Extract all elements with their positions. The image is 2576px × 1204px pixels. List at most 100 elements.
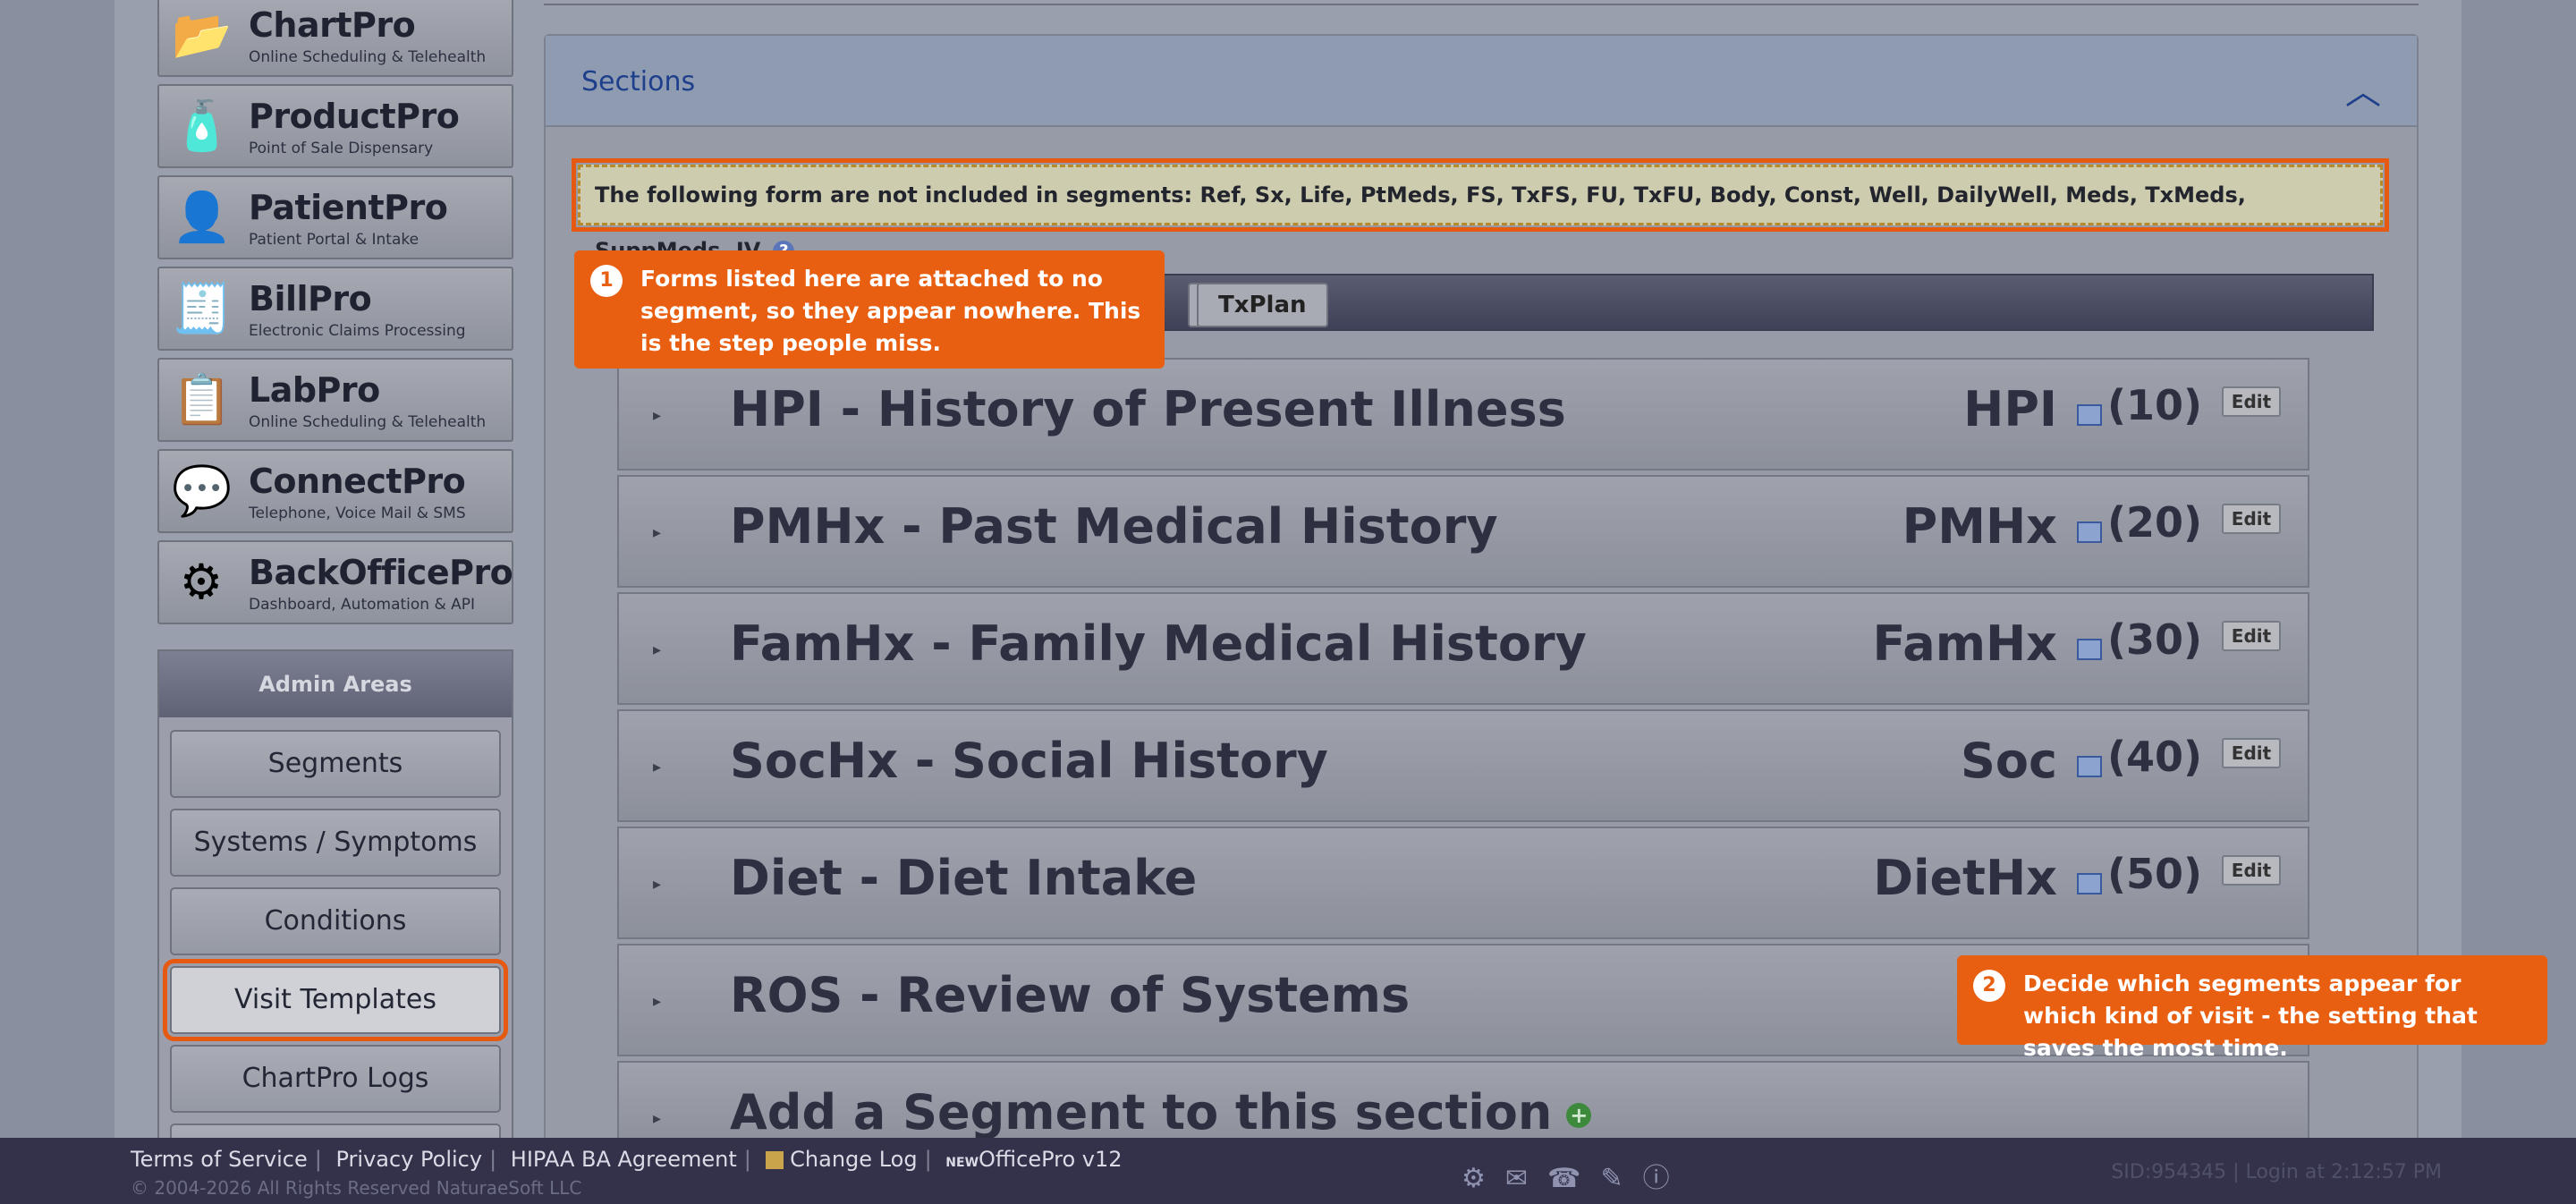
product-name: BackOfficePro	[249, 553, 513, 592]
product-chartpro[interactable]: 📂 ChartPro Online Scheduling & Telehealth	[157, 0, 513, 77]
add-segment-label: Add a Segment to this section	[730, 1084, 1553, 1140]
product-subtitle: Dashboard, Automation & API	[249, 596, 476, 614]
hipaa-link[interactable]: HIPAA BA Agreement	[511, 1147, 737, 1172]
product-backofficepro[interactable]: ⚙ BackOfficePro Dashboard, Automation & AP…	[157, 540, 513, 624]
product-name: ChartPro	[249, 5, 416, 45]
product-subtitle: Patient Portal & Intake	[249, 231, 419, 249]
privacy-link[interactable]: Privacy Policy	[336, 1147, 483, 1172]
gear-icon[interactable]: ⚙	[1462, 1163, 1505, 1194]
product-name: ProductPro	[249, 97, 460, 136]
sections-header[interactable]: Sections ︿	[546, 36, 2417, 127]
phone-icon[interactable]: ☎	[1547, 1163, 1600, 1194]
unassigned-forms-notice: The following form are not included in s…	[572, 158, 2389, 263]
lab-icon: 📋	[172, 371, 233, 428]
product-name: BillPro	[249, 279, 372, 318]
product-name: ConnectPro	[249, 462, 466, 501]
expand-arrow-icon[interactable]: ▸	[653, 992, 661, 1011]
segment-abbr: PMHx	[1902, 498, 2057, 555]
product-connectpro[interactable]: 💬 ConnectPro Telephone, Voice Mail & SMS	[157, 449, 513, 533]
segment-order: (50)	[2106, 850, 2202, 898]
segment-abbr: DietHx	[1873, 850, 2057, 906]
edit-segment-button[interactable]: Edit	[2222, 386, 2281, 417]
footer-links: Terms of Service | Privacy Policy | HIPAA …	[131, 1147, 1123, 1172]
product-productpro[interactable]: 🧴 ProductPro Point of Sale Dispensary	[157, 84, 513, 168]
expand-arrow-icon[interactable]: ▸	[653, 875, 661, 894]
expand-arrow-icon[interactable]: ▸	[653, 523, 661, 542]
segment-title: HPI - History of Present Illness	[730, 381, 1566, 437]
admin-areas-title: Admin Areas	[159, 651, 512, 717]
edit-segment-button[interactable]: Edit	[2222, 855, 2281, 886]
product-name: PatientPro	[249, 188, 448, 227]
callout-1-number: 1	[590, 265, 623, 297]
sections-title: Sections	[581, 66, 696, 98]
footer-icons: ⚙✉☎✎ⓘ	[1462, 1156, 1690, 1195]
product-labpro[interactable]: 📋 LabPro Online Scheduling & Telehealth	[157, 358, 513, 442]
product-billpro[interactable]: 🧾 BillPro Electronic Claims Processing	[157, 267, 513, 351]
add-segment-row[interactable]: ▸ Add a Segment to this section +	[617, 1061, 2309, 1150]
admin-chartpro-logs-button[interactable]: ChartPro Logs	[170, 1045, 501, 1113]
product-subtitle: Electronic Claims Processing	[249, 322, 466, 340]
callout-1-text: Forms listed here are attached to no seg…	[640, 266, 1141, 356]
product-name: LabPro	[249, 370, 380, 410]
changelog-link[interactable]: Change Log	[790, 1147, 917, 1172]
terms-link[interactable]: Terms of Service	[131, 1147, 308, 1172]
segment-row[interactable]: ▸ FamHx - Family Medical History FamHx (30)…	[617, 592, 2309, 705]
form-icon	[2077, 521, 2102, 543]
product-subtitle: Point of Sale Dispensary	[249, 140, 434, 157]
help-icon[interactable]: ⓘ	[1643, 1163, 1690, 1194]
form-icon	[2077, 756, 2102, 777]
segment-row[interactable]: ▸ PMHx - Past Medical History PMHx (20) Edit	[617, 475, 2309, 588]
bill-icon: 🧾	[172, 280, 233, 336]
add-icon[interactable]: +	[1566, 1103, 1592, 1129]
edit-segment-button[interactable]: Edit	[2222, 738, 2281, 768]
chat-icon: 💬	[172, 462, 233, 519]
admin-conditions-button[interactable]: Conditions	[170, 887, 501, 955]
segment-abbr: HPI	[1963, 381, 2057, 437]
product-subtitle: Telephone, Voice Mail & SMS	[249, 504, 466, 522]
callout-2: 2 Decide which segments appear for which…	[1957, 955, 2547, 1061]
segment-title: PMHx - Past Medical History	[730, 498, 1498, 555]
version-link[interactable]: OfficePro v12	[979, 1147, 1123, 1172]
form-icon	[2077, 639, 2102, 660]
segment-order: (40)	[2106, 733, 2202, 781]
expand-arrow-icon: ▸	[653, 1109, 662, 1128]
footer: Terms of Service | Privacy Policy | HIPAA …	[0, 1138, 2576, 1204]
admin-segments-button[interactable]: Segments	[170, 730, 501, 798]
chat-icon[interactable]: ✉	[1505, 1163, 1547, 1194]
segment-row[interactable]: ▸ SocHx - Social History Soc (40) Edit	[617, 709, 2309, 822]
segment-order: (10)	[2106, 381, 2202, 429]
tag-icon[interactable]: ✎	[1600, 1163, 1642, 1194]
segment-abbr: Soc	[1961, 733, 2057, 789]
copyright: © 2004-2026 All Rights Reserved NaturaeS…	[131, 1177, 582, 1199]
segment-title: FamHx - Family Medical History	[730, 615, 1587, 672]
expand-arrow-icon[interactable]: ▸	[653, 758, 661, 776]
tab-txplan[interactable]: TxPlan	[1197, 283, 1328, 327]
admin-areas-panel: Admin Areas Segments Systems / Symptoms …	[157, 649, 513, 1204]
edit-segment-button[interactable]: Edit	[2222, 621, 2281, 651]
segment-title: Diet - Diet Intake	[730, 850, 1198, 906]
folder-icon: 📂	[172, 6, 233, 63]
segment-abbr: FamHx	[1872, 615, 2057, 672]
edit-segment-button[interactable]: Edit	[2222, 504, 2281, 534]
form-icon	[2077, 404, 2102, 426]
callout-1: 1 Forms listed here are attached to no s…	[574, 250, 1165, 369]
product-subtitle: Online Scheduling & Telehealth	[249, 48, 487, 66]
callout-2-number: 2	[1973, 970, 2005, 1002]
admin-visit-templates-button[interactable]: Visit Templates	[163, 959, 508, 1041]
segment-title: SocHx - Social History	[730, 733, 1328, 789]
top-divider	[544, 0, 2419, 5]
session-info: SID:954345 | Login at 2:12:57 PM	[2111, 1161, 2442, 1183]
callout-2-text: Decide which segments appear for which k…	[2023, 971, 2478, 1061]
admin-systems-symptoms-button[interactable]: Systems / Symptoms	[170, 809, 501, 877]
segment-order: (30)	[2106, 615, 2202, 664]
expand-arrow-icon[interactable]: ▸	[653, 406, 661, 425]
bottle-icon: 🧴	[172, 98, 233, 154]
segment-order: (20)	[2106, 498, 2202, 547]
segment-row[interactable]: ▸ HPI - History of Present Illness HPI (10)…	[617, 358, 2309, 471]
expand-arrow-icon[interactable]: ▸	[653, 640, 661, 659]
chevron-up-icon[interactable]: ︿	[2345, 63, 2381, 114]
product-patientpro[interactable]: 👤 PatientPro Patient Portal & Intake	[157, 175, 513, 259]
segment-row[interactable]: ▸ Diet - Diet Intake DietHx (50) Edit	[617, 827, 2309, 939]
gear-icon: ⚙	[179, 554, 224, 610]
product-subtitle: Online Scheduling & Telehealth	[249, 413, 487, 431]
